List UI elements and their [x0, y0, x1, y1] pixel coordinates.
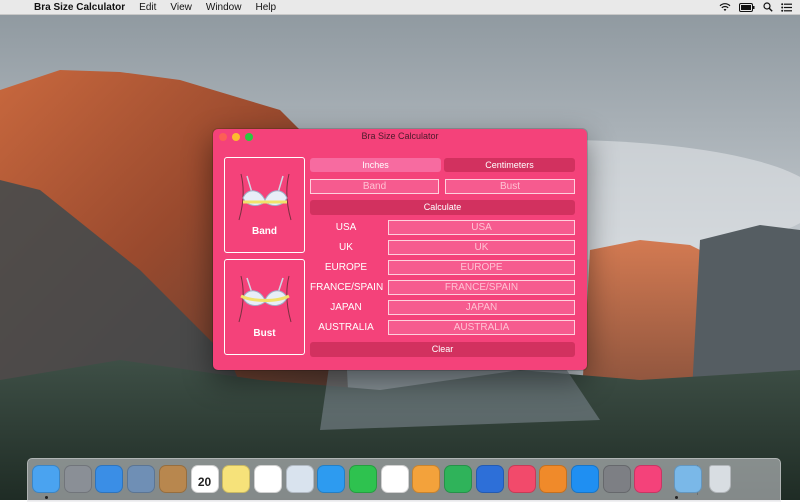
keynote-icon[interactable]: [475, 465, 504, 493]
result-field-europe[interactable]: EUROPE: [388, 260, 575, 275]
window-titlebar[interactable]: Bra Size Calculator: [213, 129, 587, 145]
running-indicator-bra-size-calculator: [675, 496, 678, 499]
clear-button[interactable]: Clear: [310, 342, 575, 357]
calculate-button[interactable]: Calculate: [310, 200, 575, 215]
safari-icon[interactable]: [95, 465, 124, 493]
menu-edit[interactable]: Edit: [139, 2, 156, 13]
menu-help[interactable]: Help: [255, 2, 276, 13]
app-name-menu[interactable]: Bra Size Calculator: [34, 2, 125, 13]
result-field-australia[interactable]: AUSTRALIA: [388, 320, 575, 335]
region-label-usa: USA: [335, 222, 357, 233]
band-image-label: Band: [252, 226, 277, 237]
region-label-australia: AUSTRALIA: [318, 322, 374, 333]
region-label-france-spain: FRANCE/SPAIN: [310, 282, 384, 293]
dock: 20: [27, 458, 781, 502]
bra-size-calculator-window: Bra Size Calculator Band Bust Inches Cen…: [213, 129, 587, 370]
pages-icon[interactable]: [412, 465, 441, 493]
app-store-icon[interactable]: [570, 465, 599, 493]
band-image-panel: Band: [224, 157, 305, 253]
bra-size-calculator-icon[interactable]: [634, 465, 663, 493]
reminders-icon[interactable]: [253, 465, 282, 493]
window-title: Bra Size Calculator: [361, 131, 439, 141]
list-icon[interactable]: [781, 2, 792, 12]
facetime-icon[interactable]: [349, 465, 377, 493]
system-preferences-icon[interactable]: [602, 465, 631, 493]
running-indicator-finder: [45, 496, 48, 499]
result-field-uk[interactable]: UK: [388, 240, 575, 255]
bra-band-icon: [238, 173, 292, 221]
downloads-folder-icon[interactable]: [674, 465, 702, 493]
region-label-uk: UK: [339, 242, 353, 253]
photos-icon[interactable]: [380, 465, 409, 493]
bust-image-label: Bust: [253, 328, 276, 339]
itunes-icon[interactable]: [507, 465, 536, 493]
notes-icon[interactable]: [222, 465, 251, 493]
launchpad-icon[interactable]: [63, 465, 92, 493]
ibooks-icon[interactable]: [539, 465, 568, 493]
result-field-france-spain[interactable]: FRANCE/SPAIN: [388, 280, 575, 295]
menu-bar: Bra Size Calculator Edit View Window Hel…: [0, 0, 800, 15]
battery-icon[interactable]: [739, 2, 755, 12]
bust-image-panel: Bust: [224, 259, 305, 355]
bra-bust-icon: [238, 275, 292, 323]
result-field-usa[interactable]: USA: [388, 220, 575, 235]
numbers-icon[interactable]: [444, 465, 473, 493]
preview-icon[interactable]: [127, 465, 156, 493]
menu-view[interactable]: View: [170, 2, 192, 13]
wifi-icon[interactable]: [719, 2, 731, 12]
messages-icon[interactable]: [317, 465, 346, 493]
calendar-day-label: 20: [197, 475, 212, 489]
finder-icon[interactable]: [32, 465, 60, 493]
result-field-japan[interactable]: JAPAN: [388, 300, 575, 315]
region-label-europe: EUROPE: [324, 262, 368, 273]
bust-input[interactable]: Bust: [445, 179, 575, 194]
region-label-japan: JAPAN: [330, 302, 362, 313]
contacts-icon[interactable]: [158, 465, 187, 493]
menu-window[interactable]: Window: [206, 2, 242, 13]
status-area: [719, 0, 792, 14]
trash-icon[interactable]: [708, 465, 731, 493]
inches-tab[interactable]: Inches: [310, 158, 441, 172]
search-icon[interactable]: [763, 2, 773, 12]
photo-booth-icon[interactable]: [285, 465, 314, 493]
centimeters-tab[interactable]: Centimeters: [444, 158, 575, 172]
calendar-icon[interactable]: 20: [190, 465, 219, 493]
band-input[interactable]: Band: [310, 179, 439, 194]
